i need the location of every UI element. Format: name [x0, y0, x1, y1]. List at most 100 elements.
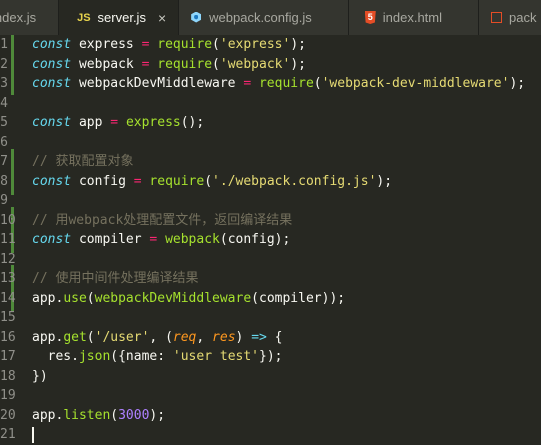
code-token: require [149, 173, 205, 189]
code-line[interactable]: 12 [0, 250, 541, 270]
code-line[interactable]: 15 [0, 308, 541, 328]
code-token: res. [32, 349, 79, 364]
code-token: ); [376, 173, 393, 189]
code-token: webpackDevMiddleware [71, 76, 244, 91]
file-icon [491, 12, 503, 23]
code-text: // 使用中间件处理编译结果 [32, 269, 198, 289]
line-number: 17 [0, 349, 16, 364]
code-line[interactable]: 9 [0, 191, 541, 211]
code-token: ); [509, 76, 526, 91]
line-number: 19 [0, 388, 16, 403]
code-token: 'express' [219, 37, 291, 52]
code-token: get [63, 329, 87, 345]
code-line[interactable]: 7 // 获取配置对象 [0, 152, 541, 172]
code-token: // 获取配置对象 [32, 154, 134, 169]
code-line[interactable]: 19 [0, 386, 541, 406]
code-token: express [125, 115, 181, 130]
code-editor[interactable]: 1 const express = require('express'); 2 con… [0, 35, 541, 443]
code-token: express [71, 37, 142, 52]
line-number: 1 [0, 37, 8, 52]
line-number: 5 [0, 115, 8, 130]
text-cursor [32, 427, 34, 443]
code-token: }); [259, 349, 283, 364]
line-number: 7 [0, 154, 8, 169]
code-line[interactable]: 1 const express = require('express'); [0, 35, 541, 55]
line-number: 8 [0, 173, 8, 189]
code-token: webpack [165, 232, 220, 247]
code-text: const compiler = webpack(config); [32, 230, 290, 250]
code-text: const express = require('express'); [32, 35, 306, 55]
code-token: (); [180, 115, 205, 130]
code-token: ) [235, 329, 252, 345]
line-number: 14 [0, 290, 16, 306]
code-token: const [32, 76, 72, 91]
tab-webpack-config-js[interactable]: webpack.config.js [179, 0, 349, 35]
code-token: 'user test' [172, 349, 259, 364]
code-token: = [133, 173, 142, 189]
code-token: ( [110, 407, 119, 423]
code-line[interactable]: 5 const app = express(); [0, 113, 541, 133]
line-number: 6 [0, 134, 8, 150]
code-text: app.use(webpackDevMiddleware(compiler)); [32, 289, 345, 309]
code-token: 'webpack-dev-middleware' [321, 76, 510, 91]
code-token: // 用webpack处理配置文件，返回编译结果 [32, 212, 293, 228]
code-line[interactable]: 21 [0, 425, 541, 445]
line-number: 18 [0, 368, 16, 384]
line-number: 12 [0, 251, 16, 267]
code-token: = [243, 76, 252, 91]
line-number: 11 [0, 232, 16, 247]
code-token: // 使用中间件处理编译结果 [32, 271, 199, 286]
code-token: const [32, 37, 72, 52]
code-line[interactable]: 18}) [0, 367, 541, 387]
code-token: res [212, 329, 236, 345]
line-number: 2 [0, 56, 8, 72]
code-line[interactable]: 14 app.use(webpackDevMiddleware(compiler)… [0, 289, 541, 309]
tab-index-js[interactable]: index.js [0, 0, 60, 35]
code-token: app. [32, 407, 64, 423]
code-token: './webpack.config.js' [212, 173, 377, 189]
code-token: json [78, 349, 111, 364]
code-line[interactable]: 8 const config = require('./webpack.confi… [0, 172, 541, 192]
line-number: 3 [0, 76, 8, 91]
code-token: { [266, 329, 283, 345]
code-line[interactable]: 13 // 使用中间件处理编译结果 [0, 269, 541, 289]
close-icon[interactable]: × [158, 10, 166, 26]
tab-package[interactable]: pack [479, 0, 541, 35]
code-line[interactable]: 11 const compiler = webpack(config); [0, 230, 541, 250]
code-line[interactable]: 4 [0, 94, 541, 114]
code-token: config [71, 173, 134, 189]
code-token: ( [86, 329, 95, 345]
code-token: require [157, 56, 213, 72]
tab-label: server.js [97, 10, 146, 25]
code-token: listen [63, 407, 111, 423]
tab-server-js[interactable]: JS server.js × [59, 0, 180, 35]
code-text: // 获取配置对象 [32, 152, 133, 172]
code-line[interactable]: 3 const webpackDevMiddleware = require('w… [0, 74, 541, 94]
tab-index-html[interactable]: 5 index.html [348, 0, 480, 35]
code-token: => [251, 329, 267, 345]
line-number: 13 [0, 271, 16, 286]
code-line[interactable]: 16 app.get('/user', (req, res) => { [0, 328, 541, 348]
code-token: require [157, 37, 213, 52]
code-text: const webpack = require('webpack'); [32, 55, 306, 75]
tab-label: index.js [0, 10, 37, 25]
code-text: const config = require('./webpack.config… [32, 172, 392, 192]
code-token: , ( [149, 329, 173, 345]
code-token: 3000 [118, 407, 150, 423]
code-line[interactable]: 2 const webpack = require('webpack'); [0, 55, 541, 75]
code-token: app [71, 115, 111, 130]
code-token: }) [32, 368, 48, 384]
code-line[interactable]: 10 // 用webpack处理配置文件，返回编译结果 [0, 211, 541, 231]
code-token: ); [290, 37, 306, 52]
code-token: const [32, 232, 72, 247]
code-token: app. [32, 290, 64, 306]
code-token: (compiler)); [251, 290, 346, 306]
code-line[interactable]: 6 [0, 133, 541, 153]
line-number: 9 [0, 193, 8, 208]
code-text: app.get('/user', (req, res) => { [32, 328, 283, 348]
code-line[interactable]: 17 res.json({name: 'user test'}); [0, 347, 541, 367]
code-token: webpack [71, 56, 142, 72]
code-text: const app = express(); [32, 113, 204, 133]
webpack-icon [190, 12, 202, 24]
